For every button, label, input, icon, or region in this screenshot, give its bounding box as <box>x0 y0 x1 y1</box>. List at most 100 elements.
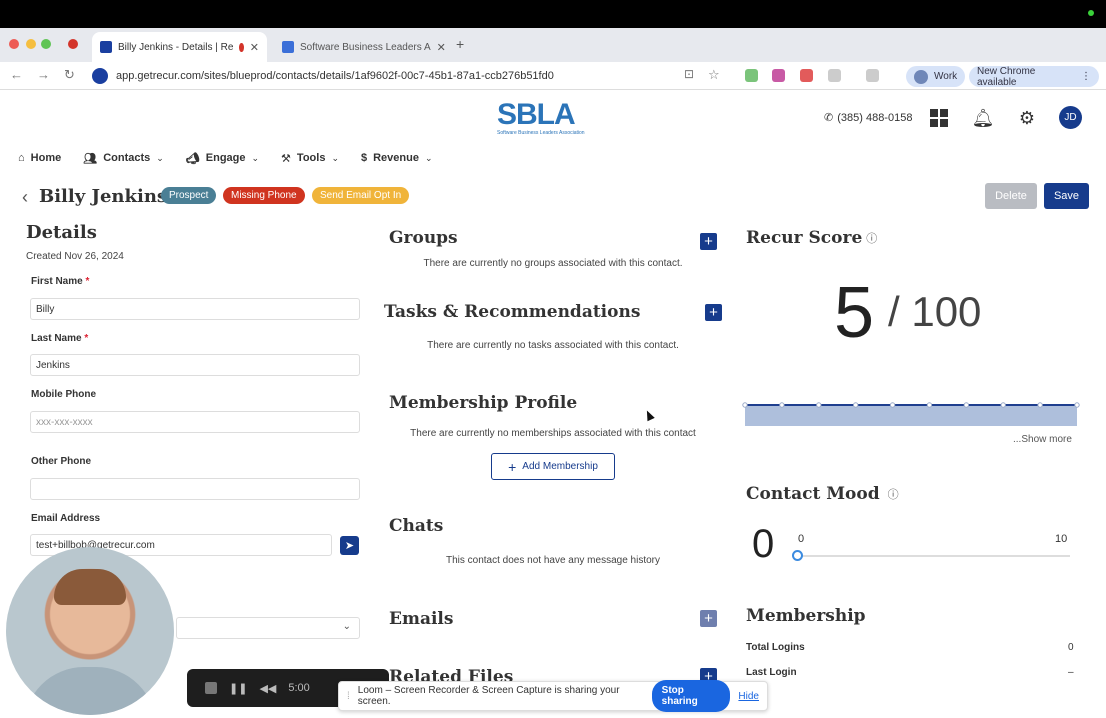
stop-record-icon[interactable] <box>205 682 217 694</box>
tab-title: Billy Jenkins - Details | Re <box>118 41 234 53</box>
add-email-button[interactable]: + <box>700 610 717 627</box>
other-phone-field[interactable] <box>30 478 360 500</box>
nav-tools[interactable]: ⚒ Tools ⌄ <box>281 152 339 165</box>
back-chevron-icon[interactable]: ‹ <box>22 187 28 208</box>
profile-icon <box>914 69 928 84</box>
screen-top-bar <box>0 0 1106 28</box>
close-window-icon[interactable] <box>9 39 19 49</box>
tab-title: Software Business Leaders A <box>300 41 431 53</box>
score-point <box>963 402 970 408</box>
home-icon: ⌂ <box>18 152 25 164</box>
score-point <box>926 402 933 408</box>
last-login-label: Last Login <box>746 667 797 678</box>
nav-engage-label: Engage <box>205 152 246 164</box>
side-panel-icon[interactable] <box>866 69 879 82</box>
required-marker: * <box>84 333 89 344</box>
webcam-bubble[interactable] <box>6 547 174 715</box>
score-point <box>742 402 748 408</box>
back-arrow-icon[interactable]: ← <box>10 67 23 82</box>
groups-empty-text: There are currently no groups associated… <box>423 258 683 269</box>
url-bar[interactable]: app.getrecur.com/sites/blueprod/contacts… <box>92 65 582 87</box>
select-field[interactable]: ⌄ <box>176 617 360 639</box>
membership-empty-text: There are currently no memberships assoc… <box>410 428 696 439</box>
header-phone[interactable]: ✆ (385) 488-0158 <box>824 111 912 125</box>
user-avatar[interactable]: JD <box>1059 106 1082 129</box>
profile-pill[interactable]: Work <box>906 66 966 87</box>
mood-min-label: 0 <box>798 533 805 545</box>
hide-button[interactable]: Hide <box>738 691 759 702</box>
tasks-empty-text: There are currently no tasks associated … <box>427 340 679 351</box>
apps-grid-icon[interactable] <box>928 107 950 129</box>
drag-handle-icon[interactable]: ⁞ <box>347 691 350 702</box>
bookmark-star-icon[interactable]: ☆ <box>708 67 720 83</box>
add-membership-button[interactable]: + Add Membership <box>491 453 615 480</box>
extensions-puzzle-icon[interactable] <box>828 69 841 82</box>
last-login-value: – <box>1068 667 1074 678</box>
reload-icon[interactable]: ↻ <box>64 67 75 83</box>
nav-contacts[interactable]: 👥︎ Contacts ⌄ <box>83 152 164 165</box>
recur-score-title: Recur Score <box>746 228 863 248</box>
notification-bell-icon[interactable]: 🔔︎ <box>972 107 995 129</box>
mood-slider-track[interactable] <box>797 555 1070 557</box>
rewind-icon[interactable]: ◀◀ <box>259 682 276 695</box>
show-more-link[interactable]: ...Show more <box>1013 434 1072 445</box>
save-button[interactable]: Save <box>1044 183 1089 209</box>
first-name-field[interactable]: Billy <box>30 298 360 320</box>
pause-icon[interactable]: ❚❚ <box>229 682 247 695</box>
score-point <box>1000 402 1006 408</box>
tab-recording-icon <box>239 42 244 52</box>
recur-score-out-of: / 100 <box>888 288 982 335</box>
score-point <box>779 402 785 408</box>
info-icon[interactable]: ⓘ <box>866 230 877 246</box>
nav-revenue-label: Revenue <box>373 152 419 164</box>
update-label: New Chrome available <box>977 65 1036 88</box>
sbla-logo[interactable]: SBLA Software Business Leaders Associati… <box>497 100 611 137</box>
forward-arrow-icon[interactable]: → <box>37 67 50 82</box>
close-tab-icon[interactable]: ✕ <box>437 41 446 54</box>
install-app-icon[interactable]: ⊡ <box>684 67 694 81</box>
score-point <box>816 402 822 408</box>
extension-icon[interactable] <box>800 69 813 82</box>
other-phone-label: Other Phone <box>31 456 92 467</box>
emails-title: Emails <box>389 609 454 629</box>
tasks-title: Tasks & Recommendations <box>384 302 641 322</box>
send-email-icon[interactable]: ➤ <box>340 536 359 555</box>
close-tab-icon[interactable]: ✕ <box>250 41 259 54</box>
mobile-phone-field[interactable]: xxx-xxx-xxxx <box>30 411 360 433</box>
doc-favicon-icon <box>282 41 294 53</box>
add-membership-label: Add Membership <box>522 461 598 472</box>
tab-billy-jenkins[interactable]: Billy Jenkins - Details | Re ✕ <box>92 32 267 62</box>
mood-slider-thumb[interactable] <box>792 550 803 561</box>
address-bar-row: ← → ↻ app.getrecur.com/sites/blueprod/co… <box>0 62 1106 90</box>
chrome-update-pill[interactable]: New Chrome available ⋮ <box>969 65 1099 88</box>
status-badge-email-opt-in[interactable]: Send Email Opt In <box>312 187 410 204</box>
main-nav: ⌂ Home 👥︎ Contacts ⌄ 📣︎ Engage ⌄ ⚒ Tools ⌄ $ Rev… <box>18 150 433 166</box>
last-name-field[interactable]: Jenkins <box>30 354 360 376</box>
add-group-button[interactable]: + <box>700 233 717 250</box>
site-info-icon[interactable] <box>92 68 108 84</box>
minimize-window-icon[interactable] <box>26 39 36 49</box>
nav-home[interactable]: ⌂ Home <box>18 152 61 164</box>
chats-title: Chats <box>389 516 444 536</box>
contact-name: Billy Jenkins <box>39 186 168 207</box>
info-icon[interactable]: ⓘ <box>888 486 899 502</box>
maximize-window-icon[interactable] <box>41 39 51 49</box>
logo-subtext: Software Business Leaders Association <box>497 130 585 136</box>
settings-gear-icon[interactable]: ⚙ <box>1016 107 1038 129</box>
status-badge-missing-phone: Missing Phone <box>223 187 305 204</box>
stop-sharing-button[interactable]: Stop sharing <box>651 680 731 712</box>
more-menu-icon[interactable]: ⋮ <box>1081 71 1091 82</box>
status-badge-prospect: Prospect <box>161 187 217 204</box>
recur-favicon-icon <box>100 41 112 53</box>
new-tab-icon[interactable]: + <box>456 36 464 52</box>
extension-icon[interactable] <box>745 69 758 82</box>
required-marker: * <box>85 276 90 287</box>
add-task-button[interactable]: + <box>705 304 722 321</box>
tab-software-business-leaders[interactable]: Software Business Leaders A ✕ <box>274 32 446 62</box>
nav-revenue[interactable]: $ Revenue ⌄ <box>361 152 433 164</box>
delete-button[interactable]: Delete <box>985 183 1037 209</box>
nav-engage[interactable]: 📣︎ Engage ⌄ <box>186 152 259 165</box>
extension-icon[interactable] <box>772 69 785 82</box>
recording-time: 5:00 <box>288 682 310 694</box>
nav-home-label: Home <box>30 152 62 164</box>
